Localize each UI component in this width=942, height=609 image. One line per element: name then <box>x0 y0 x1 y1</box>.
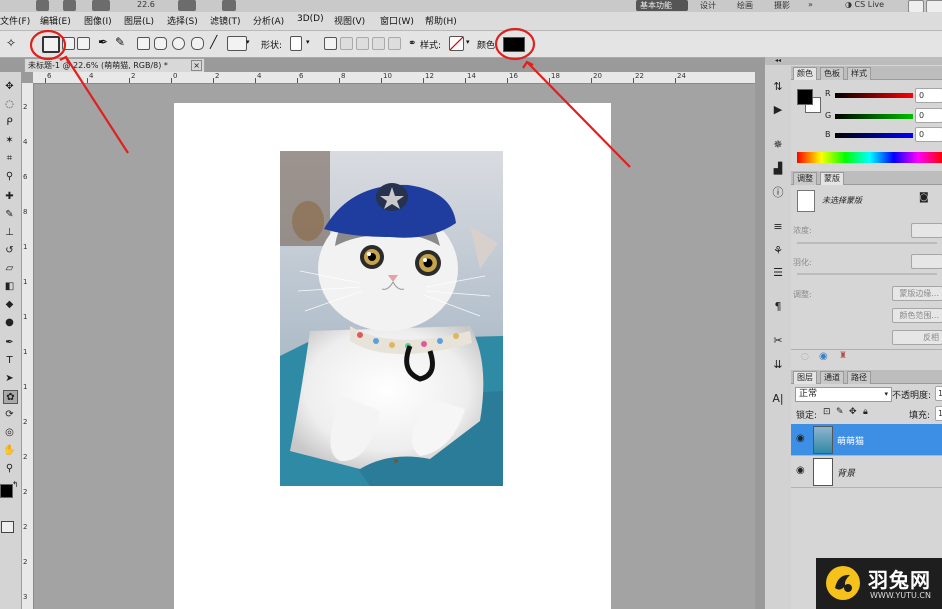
density-slider[interactable] <box>797 242 937 244</box>
3d-panel-icon[interactable]: ✂ <box>771 333 785 347</box>
tab-adjustments[interactable]: 调整 <box>793 172 817 185</box>
tab-styles[interactable]: 样式 <box>847 67 871 80</box>
annotation-arrow-color <box>526 61 631 168</box>
tab-channels[interactable]: 通道 <box>820 371 844 384</box>
layer-name[interactable]: 背景 <box>837 466 855 479</box>
eye-icon[interactable]: ◉ <box>796 433 805 444</box>
b-slider[interactable] <box>835 133 913 138</box>
b-value-input[interactable]: 0 <box>915 127 942 142</box>
annotation-circle-color <box>494 27 536 61</box>
watermark-brand: 羽兔网 <box>868 568 931 592</box>
feather-input[interactable] <box>911 254 942 269</box>
b-channel-label: B <box>825 130 831 139</box>
visibility-icon[interactable]: ◉ <box>819 351 828 362</box>
r-slider[interactable] <box>835 93 913 98</box>
mask-thumbnail <box>797 190 815 212</box>
pixel-mask-icon[interactable]: ◙ <box>919 192 929 203</box>
tab-color[interactable]: 颜色 <box>793 67 817 80</box>
foreground-color-swatch[interactable] <box>797 89 813 105</box>
fill-label: 填充: <box>909 411 931 421</box>
character-icon[interactable]: A| <box>771 391 785 405</box>
tab-paths[interactable]: 路径 <box>847 371 871 384</box>
layer-thumbnail <box>813 458 833 486</box>
layer-name[interactable]: 萌萌猫 <box>837 434 864 447</box>
actions-icon[interactable]: ▶ <box>771 102 785 116</box>
lock-position-icon[interactable]: ✥ <box>849 407 857 417</box>
clone-source-icon[interactable]: ⚘ <box>771 243 785 257</box>
layers-panel-tabs: 图层 通道 路径 <box>791 370 942 384</box>
tool-presets-icon[interactable]: ☰ <box>771 265 785 279</box>
tab-layers[interactable]: 图层 <box>793 371 817 384</box>
layer-thumbnail <box>813 426 833 454</box>
color-range-button[interactable]: 颜色范围... <box>892 308 942 323</box>
annotation-circle-shape-layers <box>29 29 67 61</box>
masks-panel-tabs: 调整 蒙版 <box>791 171 942 185</box>
r-value-input[interactable]: 0 <box>915 88 942 103</box>
navigator-icon[interactable]: ✵ <box>771 137 785 151</box>
blend-mode-select[interactable]: 正常 ▾ <box>795 387 892 402</box>
density-label: 浓度: <box>793 226 812 235</box>
brush-presets-icon[interactable]: ≡ <box>771 219 785 233</box>
lock-label: 锁定: <box>796 411 818 421</box>
tab-masks[interactable]: 蒙版 <box>820 172 844 185</box>
panel-icon-strip: ◂◂ ⇅ ▶ ✵ ▟ ⓘ ≡ ⚘ ☰ ¶ ✂ ⇊ A| <box>764 57 792 609</box>
refine-label: 调整: <box>793 290 812 299</box>
mask-status: 未选择蒙版 <box>822 196 862 205</box>
tab-swatches[interactable]: 色板 <box>820 67 844 80</box>
lock-pixels-icon[interactable]: ✎ <box>836 407 844 417</box>
g-channel-label: G <box>825 111 832 120</box>
g-slider[interactable] <box>835 114 913 119</box>
density-input[interactable] <box>911 223 942 238</box>
delete-mask-icon[interactable]: ♜ <box>839 351 847 361</box>
paragraph-icon[interactable]: ¶ <box>771 299 785 313</box>
layer-row[interactable]: ◉ 背景 <box>791 456 942 488</box>
lock-transparency-icon[interactable]: ⊡ <box>823 407 831 417</box>
histogram-icon[interactable]: ▟ <box>771 161 785 175</box>
invert-button[interactable]: 反相 <box>892 330 942 345</box>
fill-input[interactable]: 1 <box>935 406 942 421</box>
measurement-icon[interactable]: ⇊ <box>771 357 785 371</box>
feather-slider[interactable] <box>797 273 937 275</box>
eye-icon[interactable]: ◉ <box>796 465 805 476</box>
feather-label: 羽化: <box>793 258 812 267</box>
mask-edge-button[interactable]: 蒙版边缘... <box>892 286 942 301</box>
layer-row[interactable]: ◉ 萌萌猫 <box>791 424 942 456</box>
annotation-arrow-shape-layers <box>65 56 129 154</box>
yutu-logo-icon <box>826 566 860 600</box>
right-panels: 颜色 色板 样式 R 0 G 0 B 0 调整 蒙版 未选择蒙版 ◙ 浓度: 羽… <box>791 57 942 609</box>
info-icon[interactable]: ⓘ <box>771 185 785 199</box>
collapse-icon[interactable]: ◂◂ <box>765 57 791 65</box>
lock-all-icon[interactable]: 🔒︎ <box>863 407 868 417</box>
chevron-down-icon: ▾ <box>884 390 888 398</box>
blend-mode-value: 正常 <box>799 389 818 399</box>
panel-dock-header <box>791 57 942 65</box>
color-spectrum-bar[interactable] <box>797 152 942 163</box>
watermark-url: WWW.YUTU.CN <box>870 591 931 600</box>
load-selection-icon[interactable]: ◌ <box>801 352 809 362</box>
color-panel-tabs: 颜色 色板 样式 <box>791 66 942 80</box>
opacity-label: 不透明度: <box>892 391 932 401</box>
watermark: 羽兔网 WWW.YUTU.CN <box>816 558 942 609</box>
g-value-input[interactable]: 0 <box>915 108 942 123</box>
history-icon[interactable]: ⇅ <box>771 79 785 93</box>
r-channel-label: R <box>825 89 831 98</box>
masks-footer: ◌ ◉ ♜ <box>791 349 942 365</box>
opacity-input[interactable]: 1 <box>935 386 942 401</box>
